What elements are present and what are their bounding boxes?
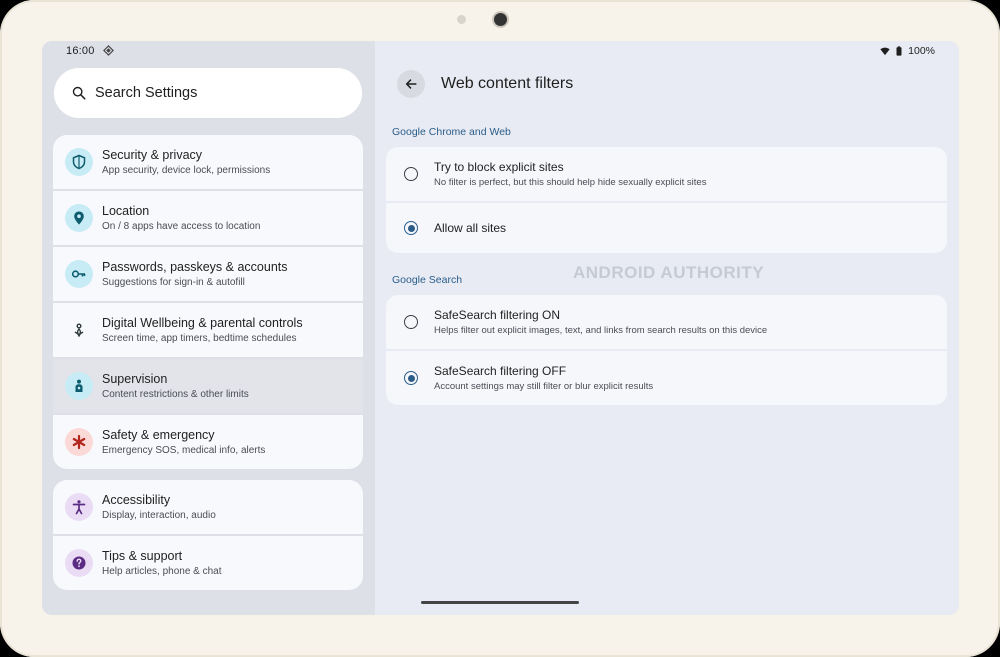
item-title: Supervision: [102, 371, 168, 386]
item-subtitle: App security, device lock, permissions: [102, 164, 271, 176]
chrome-filter-options: Try to block explicit sites No filter is…: [386, 147, 947, 253]
detail-pane: 100% Web content filters Google Chrome a…: [375, 41, 959, 615]
settings-item-supervision[interactable]: Supervision Content restrictions & other…: [53, 359, 363, 413]
option-subtitle: No filter is perfect, but this should he…: [434, 176, 707, 188]
settings-group-1: Security & privacy App security, device …: [53, 135, 363, 469]
battery-icon: [896, 46, 902, 56]
settings-group-2: Accessibility Display, interaction, audi…: [53, 480, 363, 590]
item-subtitle: Emergency SOS, medical info, alerts: [102, 444, 266, 456]
page-title: Web content filters: [441, 75, 574, 92]
sensor-dot: [457, 15, 466, 24]
back-button[interactable]: [397, 70, 425, 98]
item-title: Digital Wellbeing & parental controls: [102, 315, 303, 330]
option-block-explicit-sites[interactable]: Try to block explicit sites No filter is…: [386, 147, 947, 201]
safesearch-options: SafeSearch filtering ON Helps filter out…: [386, 295, 947, 405]
item-subtitle: Screen time, app timers, bedtime schedul…: [102, 332, 297, 344]
option-subtitle: Account settings may still filter or blu…: [434, 380, 654, 392]
option-title: SafeSearch filtering ON: [434, 307, 561, 322]
section-label-chrome: Google Chrome and Web: [392, 126, 511, 138]
home-indicator[interactable]: [421, 601, 579, 604]
search-placeholder: Search Settings: [95, 85, 198, 101]
front-camera: [494, 13, 507, 26]
location-pin-icon: [65, 204, 93, 232]
radio-button[interactable]: [404, 315, 418, 329]
settings-item-passwords[interactable]: Passwords, passkeys & accounts Suggestio…: [53, 247, 363, 301]
settings-list-pane: 16:00 Search Settings Security & privacy…: [42, 41, 375, 615]
item-subtitle: On / 8 apps have access to location: [102, 220, 261, 232]
key-icon: [65, 260, 93, 288]
settings-item-location[interactable]: Location On / 8 apps have access to loca…: [53, 191, 363, 245]
item-title: Tips & support: [102, 548, 183, 563]
settings-item-tips-support[interactable]: Tips & support Help articles, phone & ch…: [53, 536, 363, 590]
settings-item-digital-wellbeing[interactable]: Digital Wellbeing & parental controls Sc…: [53, 303, 363, 357]
wellbeing-icon: [65, 316, 93, 344]
status-time: 16:00: [66, 45, 95, 57]
item-title: Safety & emergency: [102, 427, 215, 442]
option-title: Try to block explicit sites: [434, 159, 564, 174]
item-subtitle: Suggestions for sign-in & autofill: [102, 276, 245, 288]
help-icon: [65, 549, 93, 577]
item-subtitle: Display, interaction, audio: [102, 509, 216, 521]
option-allow-all-sites[interactable]: Allow all sites: [386, 203, 947, 253]
option-subtitle: Helps filter out explicit images, text, …: [434, 324, 768, 336]
arrow-back-icon: [405, 79, 417, 89]
battery-percent: 100%: [908, 45, 935, 57]
radio-button[interactable]: [404, 167, 418, 181]
item-title: Location: [102, 203, 150, 218]
supervision-icon: [65, 372, 93, 400]
search-icon: [72, 86, 86, 100]
settings-item-security-privacy[interactable]: Security & privacy App security, device …: [53, 135, 363, 189]
shield-icon: [65, 148, 93, 176]
option-title: SafeSearch filtering OFF: [434, 363, 567, 378]
watermark: ANDROID AUTHORITY: [573, 263, 765, 282]
option-safesearch-on[interactable]: SafeSearch filtering ON Helps filter out…: [386, 295, 947, 349]
settings-item-safety-emergency[interactable]: Safety & emergency Emergency SOS, medica…: [53, 415, 363, 469]
wifi-icon: [880, 47, 890, 56]
accessibility-icon: [65, 493, 93, 521]
diamond-icon: [103, 45, 114, 56]
radio-button-selected[interactable]: [404, 221, 418, 235]
section-label-search: Google Search: [392, 274, 463, 286]
item-subtitle: Help articles, phone & chat: [102, 565, 222, 577]
item-title: Security & privacy: [102, 147, 203, 162]
screen: 16:00 Search Settings Security & privacy…: [42, 41, 959, 615]
option-title: Allow all sites: [434, 220, 507, 235]
asterisk-icon: [65, 428, 93, 456]
radio-button-selected[interactable]: [404, 371, 418, 385]
status-bar-right: 100%: [880, 45, 935, 57]
search-settings-bar[interactable]: Search Settings: [54, 68, 362, 118]
option-safesearch-off[interactable]: SafeSearch filtering OFF Account setting…: [386, 351, 947, 405]
item-title: Passwords, passkeys & accounts: [102, 259, 288, 274]
item-subtitle: Content restrictions & other limits: [102, 388, 249, 400]
item-title: Accessibility: [102, 492, 171, 507]
settings-item-accessibility[interactable]: Accessibility Display, interaction, audi…: [53, 480, 363, 534]
